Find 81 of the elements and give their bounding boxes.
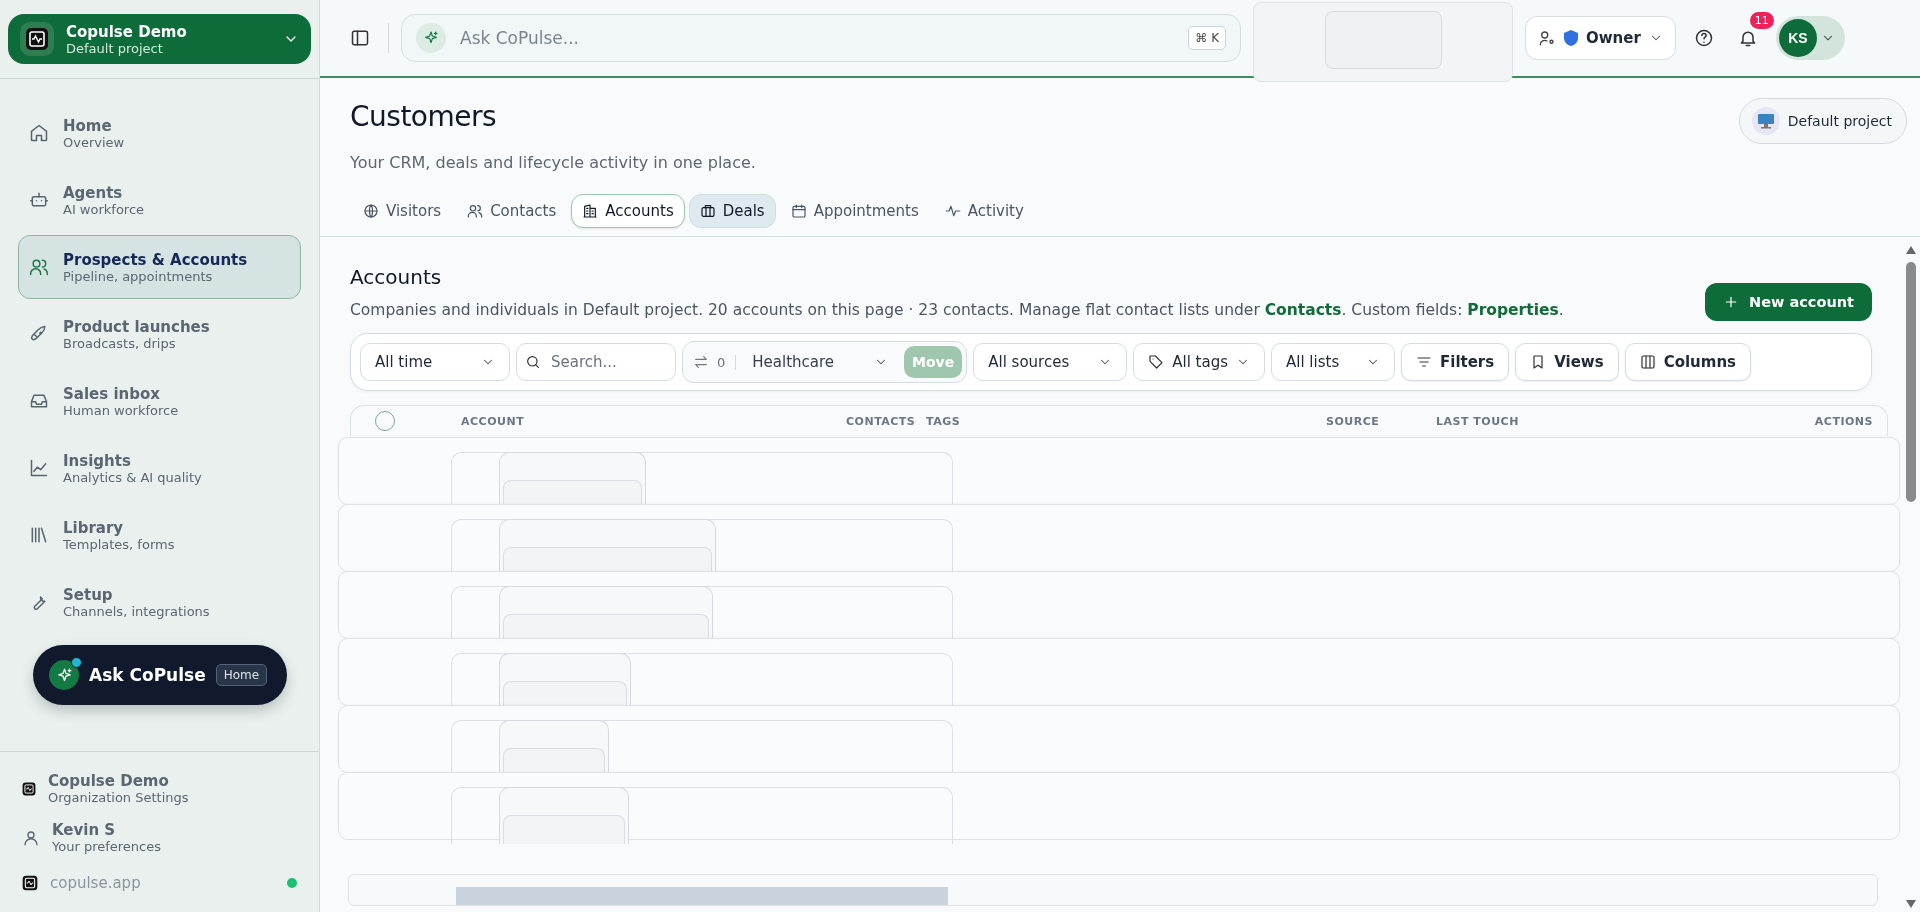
section-description: Companies and individuals in Default project. 20 accounts on this page · 23 contacts. Manage flat contact lists under Contacts. Custom fields: Properties. [350,301,1564,319]
column-header: SOURCE [1326,414,1381,428]
page-title: Customers [350,100,498,133]
user-icon [22,828,40,847]
avatar: KS [1778,19,1817,57]
calendar-icon [790,203,807,219]
pulse-icon [944,203,961,219]
search-box[interactable]: Search... [516,343,676,381]
users-icon [29,257,49,277]
globe-icon [363,203,379,219]
monitor-icon [1756,113,1775,129]
toolbar-button[interactable]: Filters [1401,343,1510,381]
users-icon [467,203,484,219]
briefcase-icon [699,203,716,219]
building-icon [582,203,599,219]
ask-copulse-button[interactable]: Ask CoPulse Home [33,645,288,705]
chart-icon [29,458,49,478]
footer-item[interactable]: Copulse Demo Organization Settings [0,764,319,813]
account-menu[interactable]: KS [1775,16,1845,60]
page-subtitle: Your CRM, deals and lifecycle activity in one place. [350,153,756,172]
logo-icon [22,781,36,796]
search-field[interactable]: Search... [549,352,663,372]
filter-icon [1416,354,1432,370]
tab[interactable]: Activity [933,194,1035,228]
library-icon [29,525,49,545]
tab[interactable]: Deals [688,194,776,228]
help-icon [1693,28,1714,48]
horizontal-scrollbar[interactable] [348,874,1878,906]
column-header: ACCOUNT [461,414,526,428]
project-button[interactable]: Default project [1738,98,1907,144]
shield-icon [1564,30,1578,46]
nav-item[interactable]: Sales inbox Human workforce [18,369,301,433]
filter-dropdown[interactable]: All lists [1271,343,1395,381]
nav-item[interactable]: Insights Analytics & AI quality [18,436,301,500]
column-header: LAST TOUCH [1436,414,1520,428]
tab[interactable]: Accounts [571,194,685,228]
swap-icon [693,354,709,370]
home-icon [29,123,49,143]
section-title: Accounts [350,265,443,289]
ask-field[interactable]: Ask CoPulse... [458,27,1177,49]
nav-item[interactable]: Prospects & Accounts Pipeline, appointments [18,235,301,299]
tab[interactable]: Contacts [456,194,568,228]
status-dot [71,657,82,668]
nav-item[interactable]: Home Overview [18,101,301,165]
new-account-button[interactable]: New account [1705,283,1872,321]
scroll-up-icon[interactable] [1906,246,1916,254]
sparkle-icon [423,30,439,46]
tag-icon [1148,354,1165,370]
sparkle-icon [55,666,73,684]
user-gear-icon [1538,29,1556,47]
role-dropdown[interactable]: Owner [1525,16,1676,60]
nav-item[interactable]: Setup Channels, integrations [18,570,301,634]
tab[interactable]: Appointments [779,194,930,228]
footer-item[interactable]: Kevin S Your preferences [0,813,319,862]
search-icon [525,354,541,370]
tab[interactable]: Visitors [352,194,453,228]
inbox-icon [29,391,49,411]
ask-bar[interactable]: Ask CoPulse... ⌘ K [401,14,1241,62]
contacts-link[interactable]: Contacts [1264,301,1342,319]
filter-dropdown[interactable]: All sources [973,343,1128,381]
shortcut-hint: ⌘ K [1188,26,1226,50]
selected-count: 0 [717,354,737,370]
tags-dropdown[interactable]: All tags [1133,343,1265,381]
notification-badge: 11 [1749,12,1774,29]
properties-link[interactable]: Properties [1467,301,1559,319]
column-header: CONTACTS [846,414,917,428]
nav-item[interactable]: Library Templates, forms [18,503,301,567]
columns-icon [1639,354,1656,370]
filter-dropdown[interactable]: All time [360,343,510,381]
logo-icon [22,875,38,891]
toolbar-button[interactable]: Views [1515,343,1619,381]
nav-item[interactable]: Product launches Broadcasts, drips [18,302,301,366]
nav-item[interactable]: Agents AI workforce [18,168,301,232]
toolbar-button[interactable]: Columns [1624,343,1752,381]
scroll-down-icon[interactable] [1906,900,1916,908]
column-header: ACTIONS [1813,414,1874,428]
robot-icon [29,190,49,210]
column-header: TAGS [926,414,962,428]
sidebar-icon [350,28,370,48]
logo-icon [25,27,49,51]
workspace-switcher[interactable]: Copulse Demo Default project [8,14,311,64]
